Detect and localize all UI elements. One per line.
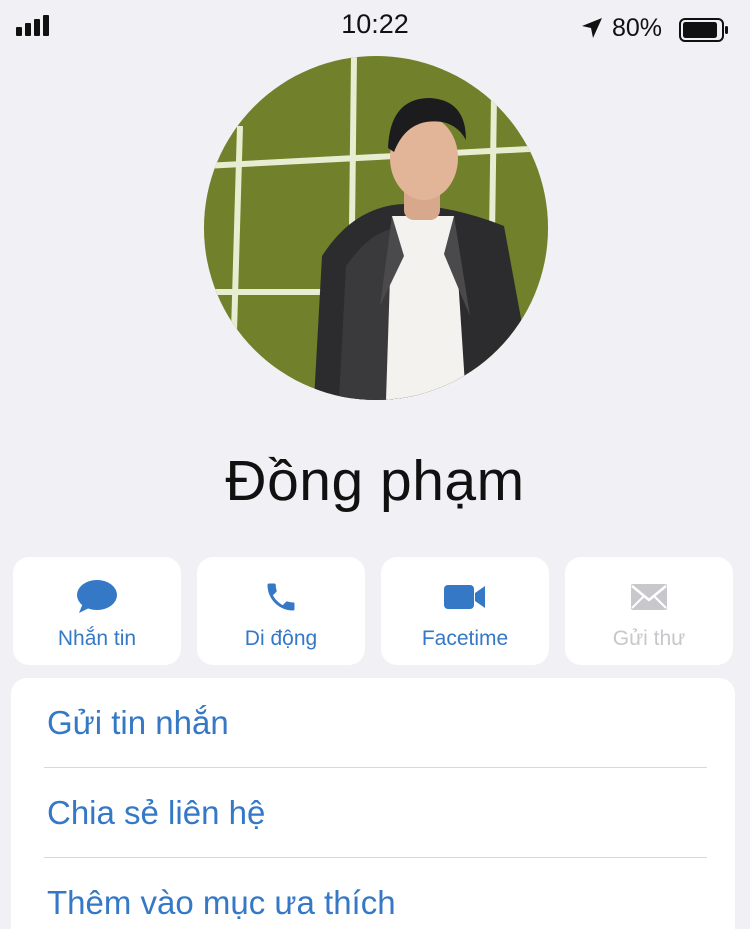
avatar-photo (204, 56, 548, 400)
send-mail-button[interactable]: Gửi thư (565, 557, 733, 665)
facetime-button[interactable]: Facetime (381, 557, 549, 665)
contact-name: Đồng phạm (225, 449, 525, 513)
message-action-button[interactable]: Nhắn tin (13, 557, 181, 665)
contact-screen: 10:22 80% Đồng phạm Nhắn tin Di động Fac… (0, 0, 750, 929)
add-to-favorites-row[interactable]: Thêm vào mục ưa thích (11, 858, 735, 929)
video-camera-icon (444, 585, 485, 609)
battery-percent: 80% (612, 14, 663, 42)
message-bubble-icon (77, 580, 117, 613)
share-contact-row[interactable]: Chia sẻ liên hệ (11, 768, 735, 858)
mobile-call-button[interactable]: Di động (197, 557, 365, 665)
share-contact-label: Chia sẻ liên hệ (47, 794, 266, 831)
location-arrow-icon (582, 18, 602, 38)
status-bar: 10:22 80% (0, 0, 750, 54)
phone-icon (267, 583, 295, 611)
quick-actions: Nhắn tin Di động Facetime Gửi thư (13, 557, 734, 665)
contact-options-list: Gửi tin nhắn Chia sẻ liên hệ Thêm vào mụ… (11, 678, 735, 929)
add-to-favorites-label: Thêm vào mục ưa thích (47, 884, 396, 921)
send-message-label: Gửi tin nhắn (47, 704, 229, 741)
mail-icon (631, 584, 667, 610)
battery-icon (679, 18, 728, 42)
send-message-row[interactable]: Gửi tin nhắn (11, 678, 735, 768)
contact-avatar[interactable] (204, 56, 548, 400)
mobile-call-label: Di động (244, 627, 318, 650)
facetime-label: Facetime (421, 627, 509, 650)
send-mail-label: Gửi thư (612, 627, 686, 650)
message-action-label: Nhắn tin (57, 627, 137, 650)
